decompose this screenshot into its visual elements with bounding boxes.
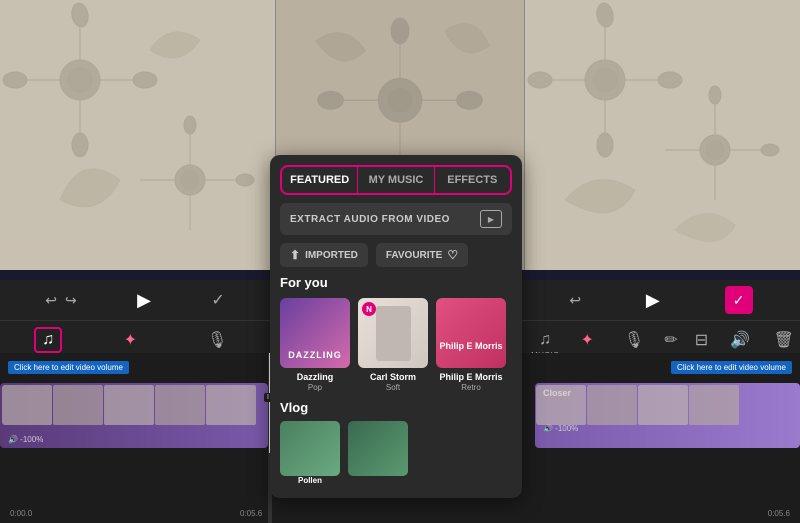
music-card-philip[interactable]: Philip E Morris Philip E Morris Retro	[436, 298, 506, 392]
philip-card-title: Philip E Morris	[439, 316, 502, 351]
vlog-card-2[interactable]	[348, 421, 408, 486]
timecode-right: 0:05.6	[768, 509, 790, 518]
carlstorm-genre: Soft	[358, 383, 428, 392]
carlstorm-name: Carl Storm	[358, 372, 428, 382]
play-button-left[interactable]: ▶	[137, 290, 151, 311]
play-button-right[interactable]: ▶	[646, 290, 660, 311]
tab-my-music[interactable]: MY MUSIC	[358, 167, 433, 193]
track-thumbnails-right	[536, 385, 798, 425]
vlog-thumb-2	[348, 421, 408, 476]
music-cards: DAZZLING Dazzling Pop N Carl Storm Soft …	[280, 298, 512, 392]
undo-btn[interactable]: ↩	[45, 292, 57, 309]
timecode-mid: 0:05.6	[240, 509, 262, 518]
filter-row: ⬆ IMPORTED FAVOURITE ♡	[280, 243, 512, 267]
dazzling-card-title: DAZZLING	[280, 350, 350, 360]
heart-icon: ♡	[447, 248, 458, 262]
confirm-button[interactable]: ✓	[725, 286, 753, 314]
dazzling-name: Dazzling	[280, 372, 350, 382]
undo-redo-group: ↩ ↪	[45, 292, 76, 309]
extract-audio-icon[interactable]	[480, 210, 502, 228]
for-you-title: For you	[280, 275, 512, 290]
checkmark-left[interactable]: ✓	[211, 290, 224, 310]
video-preview-right	[525, 0, 800, 270]
undo-btn-right[interactable]: ↩	[569, 292, 581, 309]
video-preview-left	[0, 0, 275, 270]
dazzling-genre: Pop	[280, 383, 350, 392]
music-card-dazzling[interactable]: DAZZLING Dazzling Pop	[280, 298, 350, 392]
import-icon: ⬆	[290, 248, 300, 262]
track-volume-right: 🔊 -100%	[543, 424, 578, 433]
vlog-card-pollen[interactable]: Pollen	[280, 421, 340, 486]
carlstorm-figure	[376, 306, 411, 361]
extract-audio-row[interactable]: EXTRACT AUDIO FROM VIDEO	[280, 203, 512, 235]
vlog-thumb-pollen	[280, 421, 340, 476]
music-card-carlstorm[interactable]: N Carl Storm Soft	[358, 298, 428, 392]
track-thumbnails-left	[2, 385, 266, 425]
timecode-left: 0:00.0	[10, 509, 32, 518]
new-badge: N	[362, 302, 376, 316]
track-volume-left: 🔊 -100%	[8, 435, 260, 444]
imported-btn[interactable]: ⬆ IMPORTED	[280, 243, 368, 267]
favourite-btn[interactable]: FAVOURITE ♡	[376, 243, 468, 267]
vlog-name-pollen: Pollen	[280, 476, 340, 485]
tab-effects[interactable]: EFFECTS	[435, 167, 510, 193]
edit-volume-notice-right[interactable]: Click here to edit video volume	[671, 361, 792, 374]
edit-volume-notice-left[interactable]: Click here to edit video volume	[8, 361, 129, 374]
vlog-title: Vlog	[280, 400, 512, 415]
redo-btn[interactable]: ↪	[65, 292, 77, 309]
tab-featured[interactable]: FEATURED	[282, 167, 357, 193]
tab-group: FEATURED MY MUSIC EFFECTS	[280, 165, 512, 195]
music-panel: FEATURED MY MUSIC EFFECTS EXTRACT AUDIO …	[270, 155, 522, 498]
vlog-cards: Pollen	[280, 421, 512, 486]
philip-genre: Retro	[436, 383, 506, 392]
philip-name: Philip E Morris	[436, 372, 506, 382]
extract-audio-label: EXTRACT AUDIO FROM VIDEO	[290, 214, 450, 225]
